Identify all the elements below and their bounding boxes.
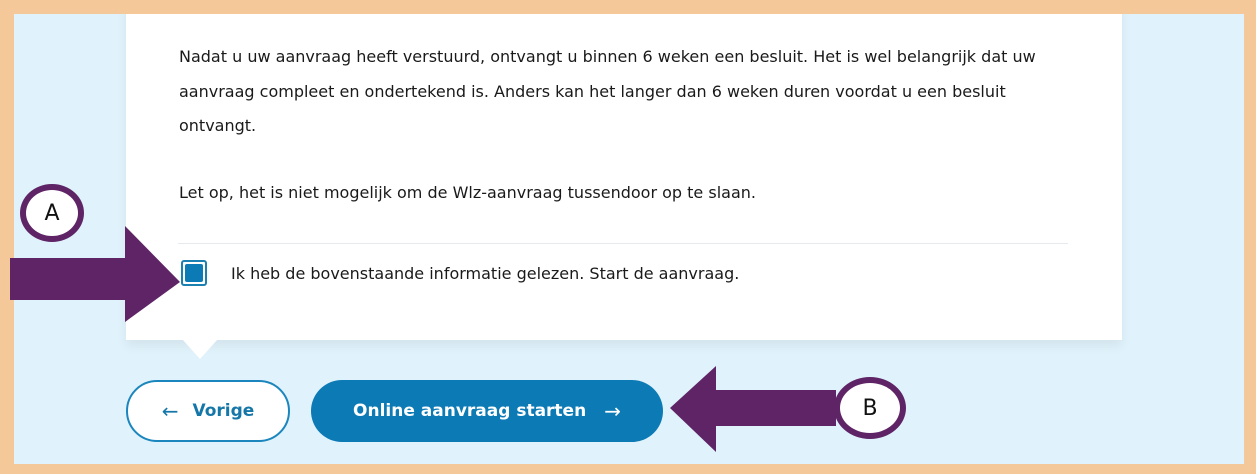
- confirm-checkbox[interactable]: [181, 260, 207, 286]
- annotation-label-a: A: [20, 184, 84, 242]
- start-button-label: Online aanvraag starten: [353, 401, 587, 421]
- confirm-checkbox-row[interactable]: Ik heb de bovenstaande informatie geleze…: [181, 257, 739, 289]
- confirm-checkbox-label[interactable]: Ik heb de bovenstaande informatie geleze…: [231, 264, 739, 283]
- warning-paragraph: Let op, het is niet mogelijk om de Wlz-a…: [179, 183, 756, 202]
- page-background: Nadat u uw aanvraag heeft verstuurd, ont…: [14, 14, 1244, 464]
- info-paragraph: Nadat u uw aanvraag heeft verstuurd, ont…: [179, 47, 1036, 135]
- card-pointer: [182, 339, 218, 359]
- annotation-label-b: B: [834, 377, 906, 439]
- divider: [178, 243, 1068, 244]
- checkbox-checked-indicator: [185, 264, 203, 282]
- arrow-right-icon: →: [604, 399, 621, 423]
- previous-button[interactable]: ← Vorige: [126, 380, 290, 442]
- info-card: Nadat u uw aanvraag heeft verstuurd, ont…: [126, 14, 1122, 340]
- start-application-button[interactable]: Online aanvraag starten →: [311, 380, 663, 442]
- arrow-left-icon: ←: [161, 399, 179, 423]
- previous-button-label: Vorige: [192, 401, 255, 421]
